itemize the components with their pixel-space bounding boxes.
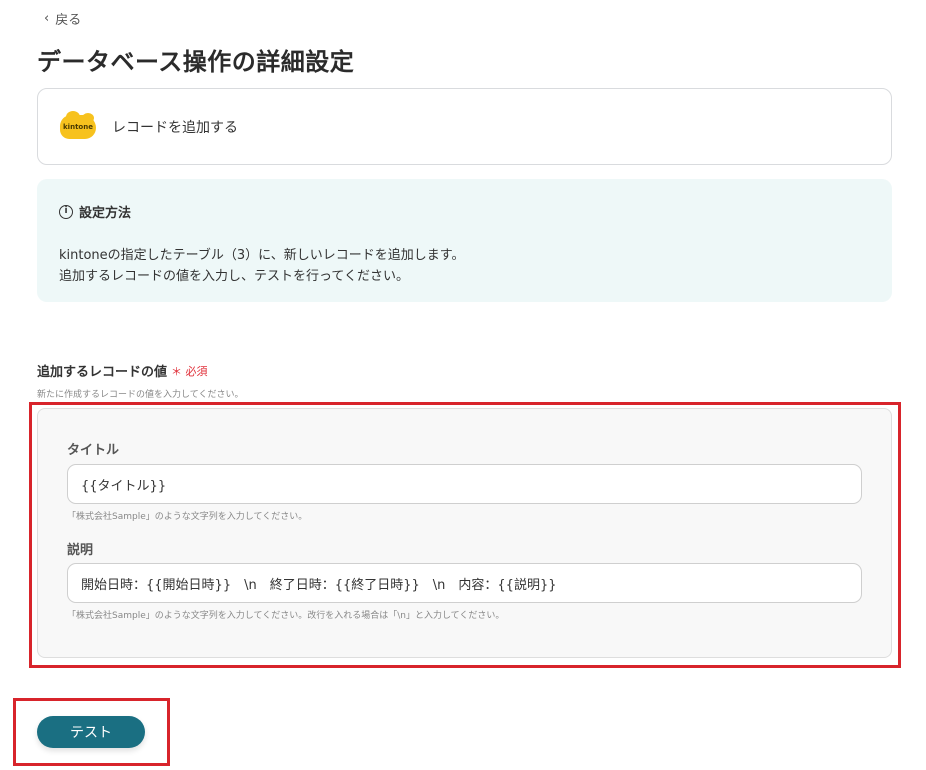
info-icon: i (59, 204, 73, 219)
action-label: レコードを追加する (112, 119, 238, 136)
description-field-hint: 「株式会社Sample」のような文字列を入力してください。改行を入れる場合は「\… (67, 611, 505, 621)
back-label: 戻る (55, 13, 82, 28)
highlight-box-fields (29, 402, 901, 668)
record-values-heading-text: 追加するレコードの値 (37, 365, 168, 380)
test-button[interactable]: テスト (37, 716, 145, 748)
back-link[interactable]: ‹ 戻る (44, 9, 81, 28)
record-values-heading: 追加するレコードの値 ＊ 必須 (37, 361, 208, 381)
description-field-label: 説明 (67, 543, 94, 558)
info-box: i 設定方法 kintoneの指定したテーブル（3）に、新しいレコードを追加しま… (37, 179, 892, 302)
title-field-label: タイトル (67, 443, 120, 458)
info-heading-text: 設定方法 (79, 206, 132, 221)
kintone-logo-icon: kintone (60, 110, 96, 139)
description-input[interactable]: 開始日時：{{開始日時}} \n 終了日時：{{終了日時}} \n 内容：{{説… (67, 563, 862, 603)
info-line-1: kintoneの指定したテーブル（3）に、新しいレコードを追加します。 (59, 248, 465, 263)
record-values-description: 新たに作成するレコードの値を入力してください。 (37, 390, 244, 400)
info-body: kintoneの指定したテーブル（3）に、新しいレコードを追加します。 追加する… (59, 245, 870, 287)
title-input[interactable]: {{タイトル}} (67, 464, 862, 504)
info-heading: i 設定方法 (59, 202, 870, 221)
required-badge: ＊ 必須 (171, 364, 208, 378)
chevron-left-icon: ‹ (44, 11, 50, 26)
info-line-2: 追加するレコードの値を入力し、テストを行ってください。 (59, 269, 409, 284)
title-field-hint: 「株式会社Sample」のような文字列を入力してください。 (67, 512, 308, 522)
action-card: kintone レコードを追加する (37, 88, 892, 165)
page-title: データベース操作の詳細設定 (37, 48, 355, 76)
